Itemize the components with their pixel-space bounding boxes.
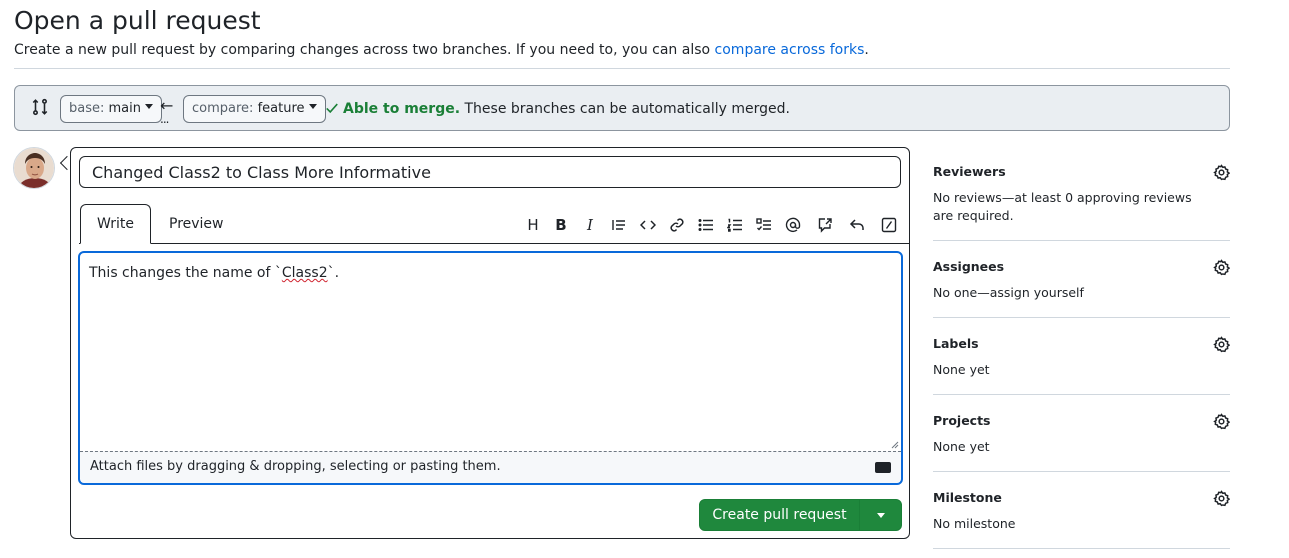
compare-label: compare: (192, 101, 254, 116)
heading-icon: H (527, 216, 539, 234)
milestone-title: Milestone (933, 490, 1002, 505)
sidebar-milestone: Milestone No milestone (933, 472, 1230, 549)
chevron-down-icon (308, 104, 317, 109)
branch-range-bar: base: main ← ... compare: feature Able t… (14, 85, 1230, 131)
reply-button[interactable] (846, 214, 868, 236)
projects-title: Projects (933, 413, 991, 428)
compare-arrows-icon (32, 98, 48, 116)
quote-button[interactable] (608, 214, 630, 236)
user-avatar-image (14, 148, 54, 188)
tab-preview[interactable]: Preview (153, 204, 240, 244)
code-button[interactable] (637, 214, 659, 236)
gear-icon[interactable] (1213, 490, 1230, 507)
pr-body-text: This changes the name of `Class2`. (89, 263, 339, 283)
sidebar-projects: Projects None yet (933, 395, 1230, 472)
reviewers-body: No reviews—at least 0 approving reviews … (933, 190, 1192, 223)
ordered-list-button[interactable] (724, 214, 746, 236)
assignees-title: Assignees (933, 259, 1005, 274)
pull-request-composer: Write Preview H B I This changes the nam… (70, 147, 910, 539)
base-label: base: (69, 101, 105, 116)
merge-message: These branches can be automatically merg… (460, 101, 790, 117)
cross-reference-icon (818, 218, 832, 233)
page-subtitle: Create a new pull request by comparing c… (14, 40, 869, 60)
reviewers-title: Reviewers (933, 164, 1006, 179)
link-icon (670, 218, 684, 232)
mention-icon (785, 217, 801, 233)
base-branch-value: main (108, 101, 141, 116)
task-list-button[interactable] (753, 214, 775, 236)
attach-files-bar[interactable]: Attach files by dragging & dropping, sel… (80, 451, 901, 483)
unordered-list-icon (698, 219, 713, 231)
merge-ok-text: Able to merge. (343, 101, 461, 117)
compare-branch-select[interactable]: compare: feature (183, 95, 326, 123)
gear-icon[interactable] (1213, 413, 1230, 430)
create-pull-request-label: Create pull request (700, 500, 860, 530)
projects-body: None yet (933, 439, 990, 454)
slash-commands-button[interactable] (878, 214, 900, 236)
check-icon (326, 103, 338, 114)
cross-reference-button[interactable] (814, 214, 836, 236)
avatar[interactable] (13, 147, 55, 189)
page-title: Open a pull request (14, 6, 261, 35)
labels-body: None yet (933, 362, 990, 377)
code-icon (640, 220, 656, 230)
mention-button[interactable] (782, 214, 804, 236)
create-options-dropdown[interactable] (860, 500, 901, 530)
base-branch-select[interactable]: base: main (60, 95, 162, 123)
link-button[interactable] (666, 214, 688, 236)
ordered-list-icon (727, 218, 742, 232)
gear-icon[interactable] (1213, 164, 1230, 181)
subtitle-text: Create a new pull request by comparing c… (14, 42, 715, 58)
sidebar: Reviewers No reviews—at least 0 approvin… (933, 150, 1230, 549)
subtitle-suffix: . (864, 42, 869, 58)
tab-write[interactable]: Write (80, 204, 151, 244)
unordered-list-button[interactable] (695, 214, 717, 236)
ellipsis-icon: ... (160, 112, 170, 126)
heading-button[interactable]: H (522, 214, 544, 236)
compare-across-forks-link[interactable]: compare across forks (715, 42, 865, 58)
chevron-down-icon (876, 512, 885, 518)
assignees-body[interactable]: No one—assign yourself (933, 284, 1230, 302)
gear-icon[interactable] (1213, 336, 1230, 353)
resize-grip-icon[interactable] (891, 441, 899, 449)
pr-body-textarea[interactable]: This changes the name of `Class2`. Attac… (78, 251, 903, 485)
labels-title: Labels (933, 336, 979, 351)
pr-title-input[interactable] (79, 156, 901, 188)
markdown-icon (875, 462, 891, 473)
header-divider (14, 68, 1230, 69)
chevron-down-icon (145, 104, 153, 109)
bold-icon: B (555, 216, 567, 234)
quote-icon (612, 220, 625, 230)
task-list-icon (756, 218, 771, 231)
create-pull-request-button[interactable]: Create pull request (699, 499, 902, 531)
reply-icon (849, 219, 864, 230)
body-text-suffix: `. (327, 265, 340, 281)
sidebar-assignees: Assignees No one—assign yourself (933, 241, 1230, 318)
gear-icon[interactable] (1213, 259, 1230, 276)
italic-icon: I (587, 216, 593, 234)
merge-status: Able to merge. These branches can be aut… (325, 99, 790, 119)
bold-button[interactable]: B (550, 214, 572, 236)
sidebar-reviewers: Reviewers No reviews—at least 0 approvin… (933, 150, 1230, 241)
slash-commands-icon (881, 217, 897, 233)
italic-button[interactable]: I (579, 214, 601, 236)
compare-branch-value: feature (257, 101, 305, 116)
milestone-body: No milestone (933, 516, 1016, 531)
attach-files-text: Attach files by dragging & dropping, sel… (90, 459, 501, 474)
sidebar-labels: Labels None yet (933, 318, 1230, 395)
body-text-prefix: This changes the name of ` (89, 265, 282, 281)
body-text-misspelled: Class2 (281, 265, 328, 281)
